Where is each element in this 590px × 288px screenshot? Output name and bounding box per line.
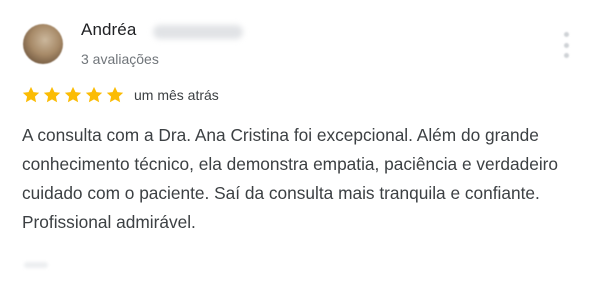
reviewer-name[interactable]: Andréa <box>81 20 136 40</box>
review-time: um mês atrás <box>134 87 219 103</box>
star-rating <box>21 85 125 105</box>
star-icon <box>106 86 124 103</box>
more-vertical-icon-dot <box>563 53 569 58</box>
star-icon <box>43 86 61 103</box>
review-text: A consulta com a Dra. Ana Cristina foi e… <box>22 125 559 232</box>
reviewer-surname-blurred <box>153 25 243 39</box>
more-vertical-icon-dot <box>563 42 569 48</box>
review-count[interactable]: 3 avaliações <box>81 51 159 67</box>
more-vertical-icon <box>563 32 569 37</box>
reviewer-avatar[interactable] <box>23 24 63 64</box>
star-icon <box>22 86 40 103</box>
star-icon <box>64 86 82 103</box>
more-options-button[interactable] <box>560 32 572 58</box>
review-footer-blurred <box>24 262 48 268</box>
review-card: Andréa 3 avaliações um mês atrás A consu… <box>0 0 590 288</box>
star-icon <box>85 86 103 103</box>
